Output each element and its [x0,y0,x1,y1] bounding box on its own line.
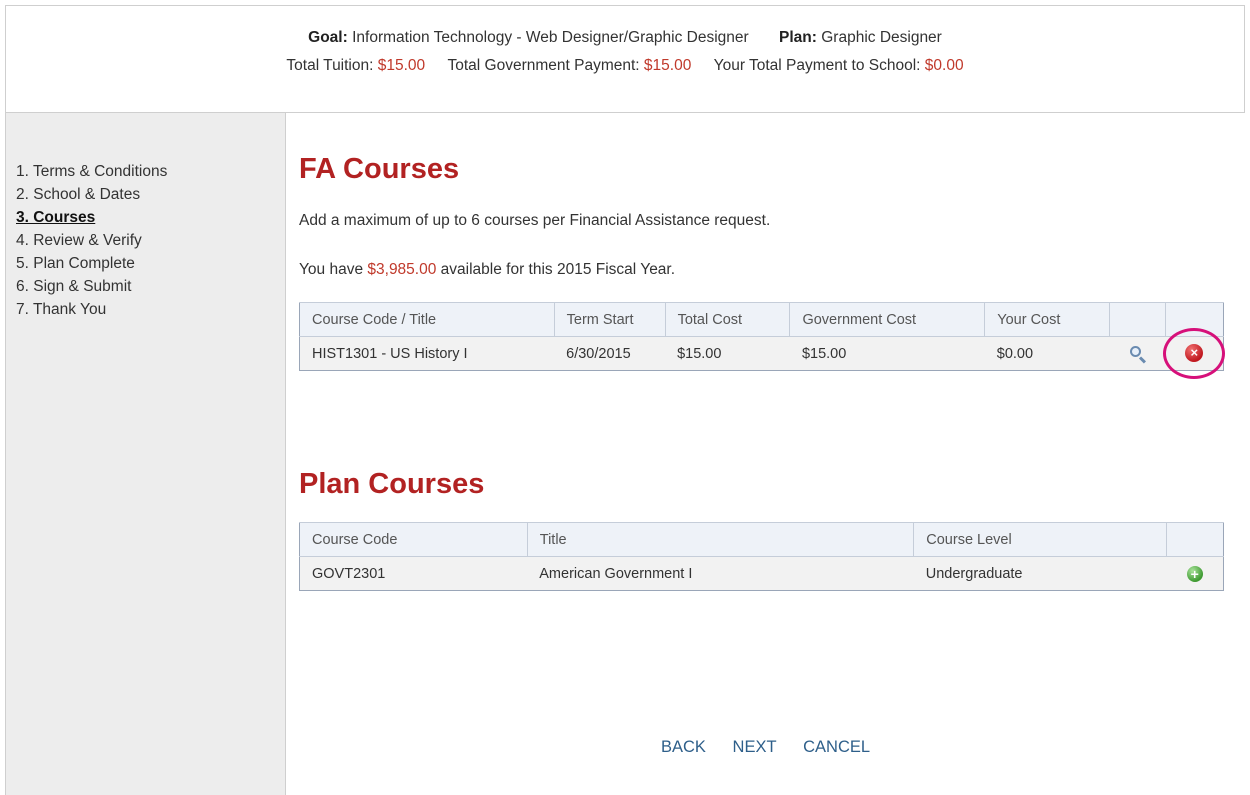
goal-plan-line: Goal: Information Technology - Web Desig… [6,29,1244,47]
summary-header: Goal: Information Technology - Web Desig… [5,5,1245,113]
cell-course: HIST1301 - US History I [299,336,555,371]
delete-icon: × [1185,343,1204,362]
table-row: HIST1301 - US History I 6/30/2015 $15.00… [299,327,1226,379]
step-terms-conditions[interactable]: 1. Terms & Conditions [16,160,167,183]
table-header-row: Course Code / Title Term Start Total Cos… [299,302,1224,337]
col-total-cost: Total Cost [665,302,791,337]
available-prefix: You have [299,261,364,278]
plan-courses-table: Course Code Title Course Level GOVT2301 … [299,522,1224,591]
total-gov-value: $15.00 [643,57,692,74]
col-delete [1165,302,1224,337]
cell-course-code: GOVT2301 [299,556,528,591]
goal-value: Information Technology - Web Designer/Gr… [352,29,749,46]
payment-summary-line: Total Tuition: $15.00 Total Government P… [6,57,1244,75]
cell-your-cost: $0.00 [984,336,1110,371]
wizard-nav: BACK NEXT CANCEL [661,738,892,757]
col-course-code: Course Code [299,522,528,557]
remove-course-button[interactable]: × [1163,327,1226,379]
col-government-cost: Government Cost [789,302,986,337]
back-link[interactable]: BACK [661,738,706,756]
plan-courses-title: Plan Courses [299,468,485,500]
plan-value: Graphic Designer [821,29,942,46]
table-row: GOVT2301 American Government I Undergrad… [299,556,1224,591]
cell-term-start: 6/30/2015 [554,336,666,371]
add-course-button[interactable]: + [1166,556,1224,591]
cell-total-cost: $15.00 [665,336,790,371]
col-your-cost: Your Cost [984,302,1111,337]
step-list: 1. Terms & Conditions 2. School & Dates … [16,160,167,321]
available-amount: $3,985.00 [367,261,437,278]
col-add [1166,522,1224,557]
step-school-dates[interactable]: 2. School & Dates [16,183,167,206]
next-link[interactable]: NEXT [733,738,777,756]
col-view [1109,302,1167,337]
total-tuition-label: Total Tuition: [286,57,374,74]
step-review-verify[interactable]: 4. Review & Verify [16,229,167,252]
cell-gov-cost: $15.00 [789,336,985,371]
col-title: Title [527,522,915,557]
step-plan-complete[interactable]: 5. Plan Complete [16,252,167,275]
add-icon: + [1186,565,1203,582]
available-suffix: available for this 2015 Fiscal Year. [440,261,676,278]
total-tuition-value: $15.00 [377,57,426,74]
max-courses-text: Add a maximum of up to 6 courses per Fin… [299,212,771,229]
fa-courses-title: FA Courses [299,153,460,185]
cell-title: American Government I [527,556,914,591]
view-course-button[interactable] [1109,336,1166,371]
goal-label: Goal: [308,29,348,46]
col-course-level: Course Level [913,522,1168,557]
fa-courses-table: Course Code / Title Term Start Total Cos… [299,302,1226,379]
your-total-label: Your Total Payment to School: [713,57,921,74]
step-thank-you[interactable]: 7. Thank You [16,298,167,321]
total-gov-label: Total Government Payment: [447,57,640,74]
step-courses[interactable]: 3. Courses [16,206,167,229]
step-sign-submit[interactable]: 6. Sign & Submit [16,275,167,298]
your-total-value: $0.00 [924,57,964,74]
col-course-code-title: Course Code / Title [299,302,555,337]
cell-course-level: Undergraduate [913,556,1167,591]
table-header-row: Course Code Title Course Level [299,522,1224,557]
available-funds-text: You have $3,985.00 available for this 20… [299,261,675,279]
main-content: FA Courses Add a maximum of up to 6 cour… [286,113,1250,795]
cancel-link[interactable]: CANCEL [803,738,870,756]
plan-label: Plan: [779,29,817,46]
magnifier-icon [1129,345,1147,364]
col-term-start: Term Start [554,302,666,337]
step-sidebar: 1. Terms & Conditions 2. School & Dates … [5,113,286,795]
